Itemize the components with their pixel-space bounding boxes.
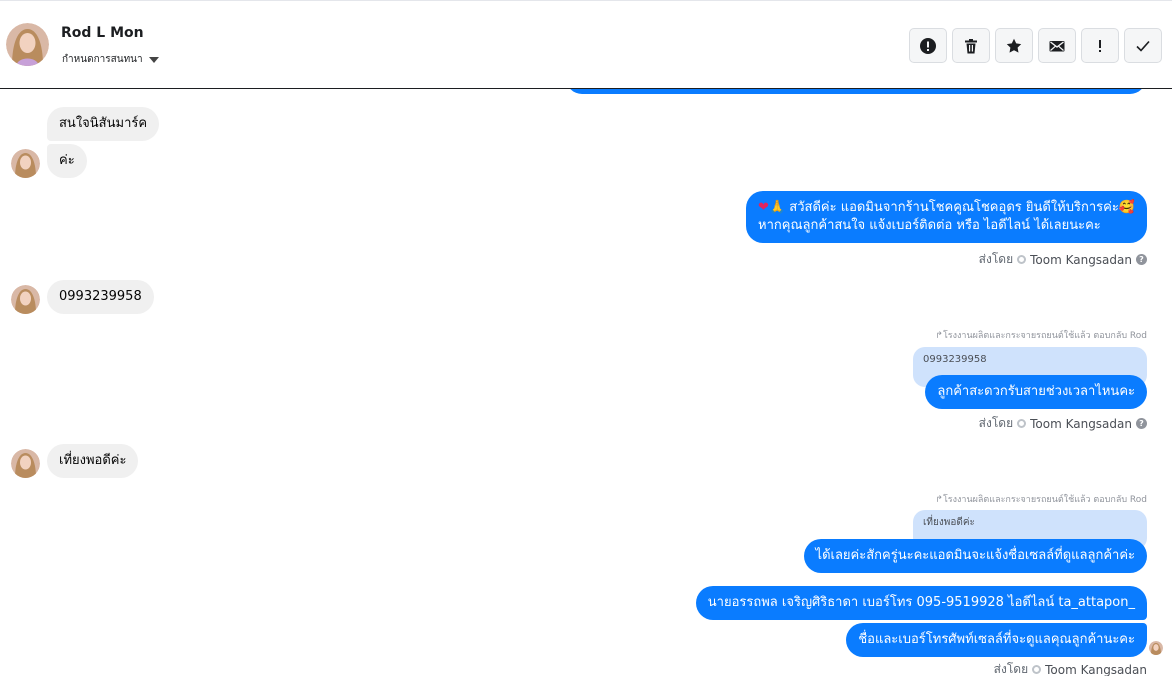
done-button[interactable]	[1124, 28, 1162, 63]
sent-by-label: ส่งโดย Toom Kangsadan ?	[979, 414, 1147, 433]
contact-name[interactable]: Rod L Mon	[61, 25, 144, 41]
smiling-hearts-emoji-icon: 🥰	[1118, 200, 1135, 215]
message-bubble-outgoing[interactable]: ลูกค้าสะดวกรับสายช่วงเวลาไหนคะ	[925, 375, 1147, 409]
message-bubble-incoming[interactable]: เที่ยงพอดีค่ะ	[47, 444, 139, 478]
message-bubble-outgoing[interactable]: นายอรรถพล เจริญศิริธาดา เบอร์โทร 095-951…	[695, 586, 1147, 620]
reply-arrow-icon: ↱	[935, 331, 943, 341]
help-icon[interactable]: ?	[1136, 418, 1147, 429]
follow-up-button[interactable]	[1081, 28, 1119, 63]
pray-emoji-icon: 🙏	[768, 200, 786, 215]
sent-by-prefix: ส่งโดย	[978, 252, 1014, 266]
message-bubble-outgoing[interactable]: ❤🙏 สวัสดีค่ะ แอดมินจากร้านโชคคูณโชคอุดร …	[746, 191, 1147, 243]
reply-arrow-icon: ↱	[935, 495, 943, 505]
reply-note-text: โรงงานผลิตและกระจายรถยนต์ใช้แล้ว ตอบกลับ…	[942, 331, 1147, 341]
message-bubble-outgoing[interactable]: ได้เลยค่ะสักครู่นะคะแอดมินจะแจ้งชื่อเซลล…	[803, 539, 1147, 573]
reply-note: ↱โรงงานผลิตและกระจายรถยนต์ใช้แล้ว ตอบกลั…	[935, 328, 1147, 342]
alert-circle-icon	[920, 37, 936, 54]
mark-unread-button[interactable]	[1038, 28, 1076, 63]
trash-icon	[965, 38, 977, 53]
conversation-header: Rod L Mon กำหนดการสนทนา	[0, 0, 1172, 89]
caret-down-icon	[148, 56, 159, 63]
message-line: หากคุณลูกค้าสนใจ แจ้งเบอร์ติดต่อ หรือ ไอ…	[758, 218, 1101, 233]
sent-by-label: ส่งโดย Toom Kangsadan	[994, 660, 1147, 676]
sent-by-prefix: ส่งโดย	[993, 662, 1029, 676]
contact-avatar-small	[11, 285, 40, 314]
contact-avatar-small	[11, 449, 40, 478]
heart-emoji-icon: ❤	[758, 200, 769, 215]
exclamation-icon	[1099, 39, 1101, 52]
verified-icon	[1032, 665, 1042, 674]
message-bubble-outgoing[interactable]: ชื่อและเบอร์โทรศัพท์เซลล์ที่จะดูแลคุณลูก…	[846, 623, 1147, 657]
checkmark-icon	[1136, 40, 1150, 52]
message-line: ❤🙏 สวัสดีค่ะ แอดมินจากร้านโชคคูณโชคอุดร …	[758, 199, 1135, 217]
contact-avatar-small	[11, 149, 40, 178]
message-bubble-incoming[interactable]: ค่ะ	[47, 144, 87, 178]
envelope-icon	[1049, 40, 1065, 51]
sent-by-prefix: ส่งโดย	[978, 416, 1014, 430]
star-button[interactable]	[995, 28, 1033, 63]
message-bubble-incoming[interactable]: สนใจนิสันมาร์ค	[47, 107, 160, 141]
sent-by-label: ส่งโดย Toom Kangsadan ?	[979, 250, 1147, 269]
agent-name[interactable]: Toom Kangsadan	[1030, 417, 1132, 431]
message-bubble-incoming[interactable]: 0993239958	[47, 280, 154, 314]
verified-icon	[1017, 255, 1027, 264]
reply-note-text: โรงงานผลิตและกระจายรถยนต์ใช้แล้ว ตอบกลับ…	[942, 495, 1147, 505]
message-text: สวัสดีค่ะ แอดมินจากร้านโชคคูณโชคอุดร ยิน…	[789, 200, 1119, 215]
verified-icon	[1017, 419, 1027, 428]
delete-button[interactable]	[952, 28, 990, 63]
agent-name[interactable]: Toom Kangsadan	[1045, 663, 1147, 676]
help-icon[interactable]: ?	[1136, 254, 1147, 265]
contact-avatar[interactable]	[6, 23, 49, 66]
spam-button[interactable]	[909, 28, 947, 63]
reply-note: ↱โรงงานผลิตและกระจายรถยนต์ใช้แล้ว ตอบกลั…	[935, 492, 1147, 506]
action-toolbar	[909, 28, 1162, 63]
star-icon	[1006, 38, 1022, 53]
seen-avatar	[1149, 641, 1163, 655]
agent-name[interactable]: Toom Kangsadan	[1030, 253, 1132, 267]
conversation-menu[interactable]: กำหนดการสนทนา	[62, 52, 159, 67]
conversation-menu-label: กำหนดการสนทนา	[62, 54, 143, 65]
